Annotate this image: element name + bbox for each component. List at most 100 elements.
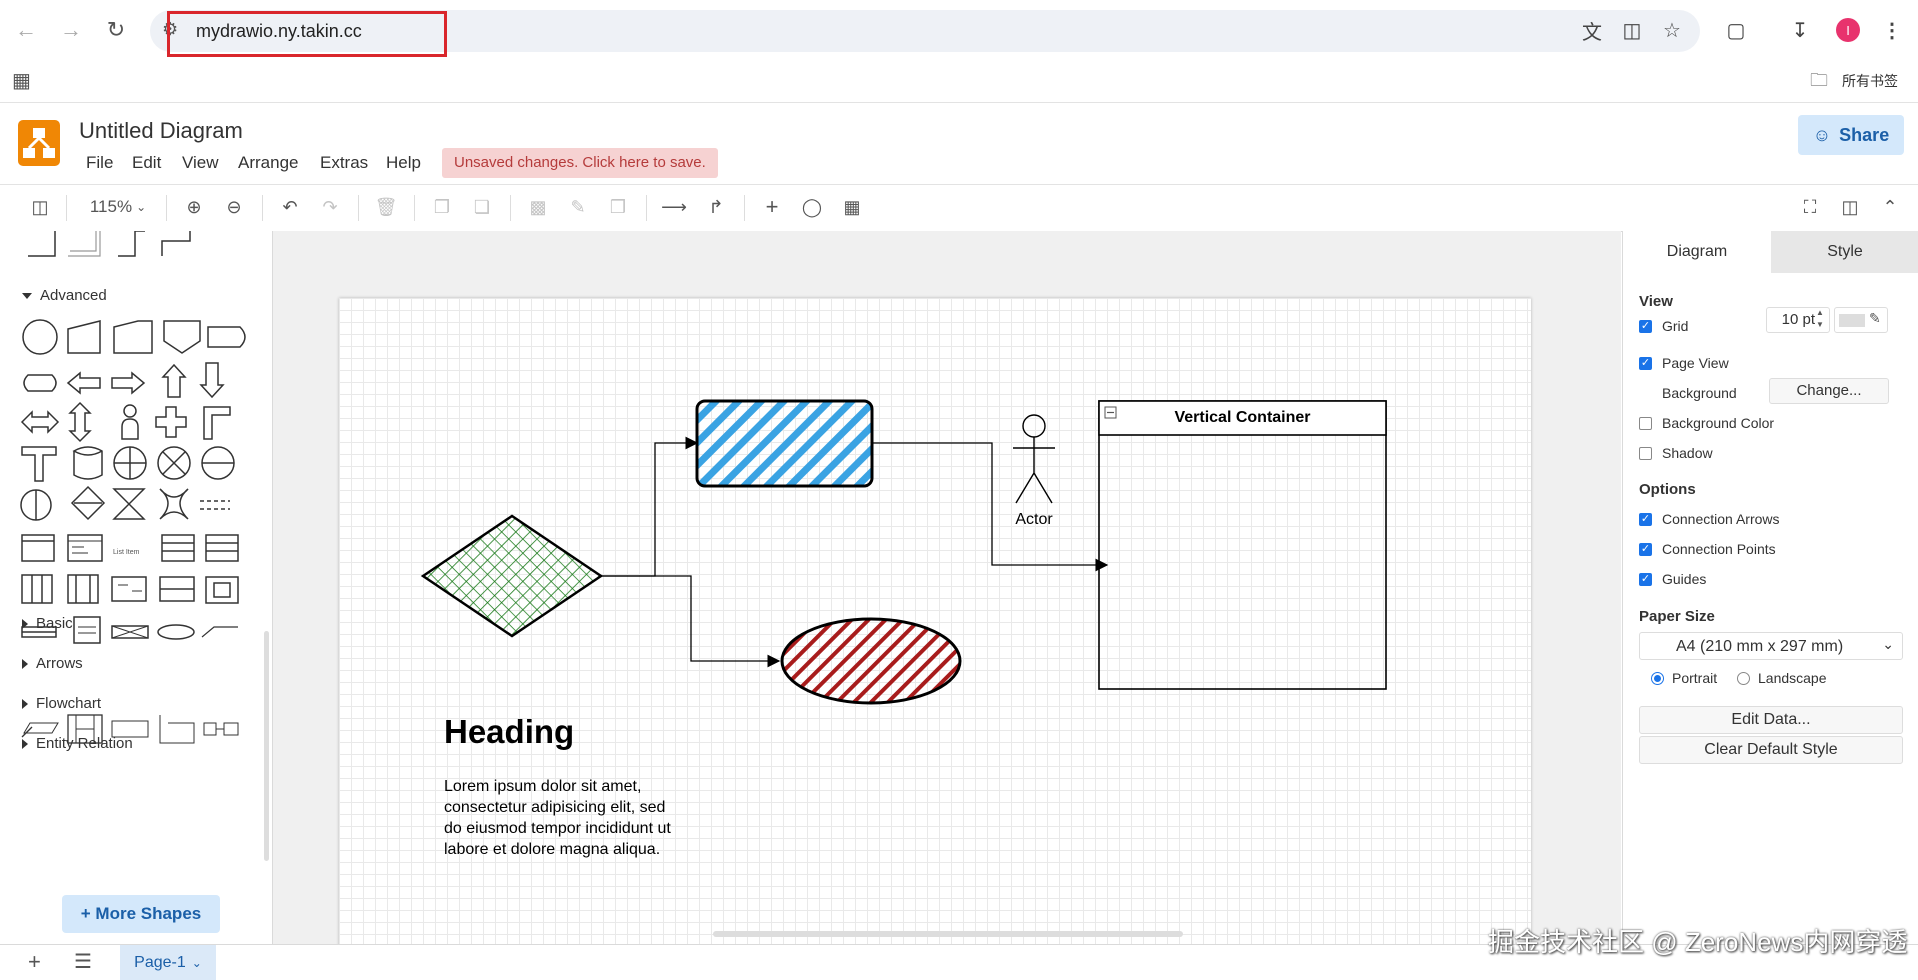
to-front-icon[interactable]: ❐ — [428, 193, 456, 221]
pencil-icon: ✎ — [1869, 310, 1881, 326]
portrait-radio[interactable]: Portrait — [1651, 670, 1717, 686]
fill-color-icon[interactable]: ▩ — [524, 193, 552, 221]
canvas-area[interactable]: Actor Vertical Container Heading Lorem i… — [273, 231, 1621, 944]
more-shapes-button[interactable]: + More Shapes — [62, 895, 220, 933]
change-background-button[interactable]: Change... — [1769, 378, 1889, 404]
section-entity-relation[interactable]: Entity Relation — [22, 735, 133, 752]
shape-arrow-up — [161, 363, 187, 398]
diagram-title[interactable]: Untitled Diagram — [79, 118, 243, 144]
blue-hatched-rect — [695, 399, 874, 488]
zoom-select[interactable]: 115% ⌄ — [84, 193, 152, 221]
section-basic[interactable]: Basic — [22, 615, 73, 632]
add-page-icon[interactable]: + — [28, 949, 41, 975]
section-flowchart-label: Flowchart — [36, 695, 102, 712]
connection-icon[interactable]: ⟶ — [660, 193, 688, 221]
toolbar-divider — [646, 195, 647, 221]
avatar[interactable]: I — [1834, 16, 1862, 44]
page-tab[interactable]: Page-1 ⌄ — [120, 945, 216, 980]
share-button[interactable]: ☺ Share — [1798, 115, 1904, 155]
page-view-label: Page View — [1662, 355, 1729, 371]
menu-help[interactable]: Help — [386, 153, 421, 173]
bookmarks-bar: ▦ 🗀 所有书签 — [0, 62, 1918, 100]
toolbar-divider — [414, 195, 415, 221]
paragraph-line: labore et dolore magna aliqua. — [444, 841, 661, 858]
section-advanced[interactable]: Advanced — [22, 287, 107, 304]
section-basic-label: Basic — [36, 615, 73, 632]
page-view-checkbox[interactable]: ✓ Page View — [1639, 355, 1729, 371]
zoom-out-icon[interactable]: ⊖ — [220, 193, 248, 221]
diagram-page[interactable]: Actor Vertical Container Heading Lorem i… — [339, 298, 1531, 944]
all-bookmarks-link[interactable]: 所有书签 — [1842, 71, 1898, 91]
sidebar-scrollbar[interactable] — [264, 631, 269, 861]
menu-edit[interactable]: Edit — [132, 153, 161, 173]
section-flowchart[interactable]: Flowchart — [22, 695, 101, 712]
folder-icon[interactable]: 🗀 — [1810, 68, 1828, 98]
shadow-checkbox[interactable]: Shadow — [1639, 445, 1713, 461]
menu-extras[interactable]: Extras — [320, 153, 368, 173]
line-color-icon[interactable]: ✎ — [564, 193, 592, 221]
section-arrows[interactable]: Arrows — [22, 655, 83, 672]
grid-size-stepper[interactable]: ▲ ▼ — [1816, 307, 1824, 331]
advanced-shapes-grid[interactable]: List Item — [18, 315, 248, 665]
landscape-radio[interactable]: Landscape — [1737, 670, 1827, 686]
format-toggle-icon[interactable]: ◫ — [28, 193, 52, 221]
shape-arrow-down — [199, 362, 225, 399]
menu-arrange[interactable]: Arrange — [238, 153, 298, 173]
clear-default-style-button[interactable]: Clear Default Style — [1639, 736, 1903, 764]
share-label: Share — [1839, 124, 1890, 145]
edit-data-button[interactable]: Edit Data... — [1639, 706, 1903, 734]
checkbox-checked-icon: ✓ — [1639, 572, 1652, 586]
canvas-scrollbar[interactable] — [713, 931, 1183, 937]
back-icon[interactable]: ← — [10, 14, 42, 46]
guides-checkbox[interactable]: ✓ Guides — [1639, 571, 1706, 587]
zoom-in-icon[interactable]: ⊕ — [180, 193, 208, 221]
translate-icon[interactable]: 文 — [1578, 16, 1606, 44]
text-heading[interactable]: Heading — [444, 713, 574, 751]
apps-grid-icon[interactable]: ▦ — [12, 68, 31, 93]
chevron-down-icon: ⌄ — [1882, 636, 1894, 652]
redo-icon[interactable]: ↷ — [316, 193, 344, 221]
downloads-icon[interactable]: ↧ — [1786, 16, 1814, 44]
waypoints-icon[interactable]: ↱ — [702, 193, 730, 221]
install-app-icon[interactable]: ◫ — [1618, 16, 1646, 44]
chrome-menu-icon[interactable]: ⋮ — [1878, 16, 1906, 44]
grid-size-value: 10 pt — [1781, 311, 1815, 328]
tab-style[interactable]: Style — [1771, 231, 1918, 273]
undo-icon[interactable]: ↶ — [276, 193, 304, 221]
reload-icon[interactable]: ↻ — [100, 14, 132, 46]
background-color-checkbox[interactable]: Background Color — [1639, 415, 1774, 431]
toolbar-divider — [166, 195, 167, 221]
format-panel-icon[interactable]: ◫ — [1836, 193, 1864, 221]
options-heading: Options — [1639, 481, 1696, 498]
shapes-icon[interactable]: ◯ — [798, 193, 826, 221]
grid-color-button[interactable]: ✎ — [1834, 307, 1888, 333]
pages-menu-icon[interactable]: ☰ — [74, 949, 92, 974]
radio-selected-icon — [1651, 671, 1664, 685]
tab-diagram[interactable]: Diagram — [1623, 231, 1771, 273]
grid-checkbox[interactable]: ✓ Grid — [1639, 318, 1688, 334]
profile-initial: I — [1836, 18, 1860, 42]
shadow-icon[interactable]: ❒ — [604, 193, 632, 221]
bookmark-star-icon[interactable]: ☆ — [1658, 16, 1686, 44]
table-icon[interactable]: ▦ — [838, 193, 866, 221]
chevron-up-icon[interactable]: ⌃ — [1876, 193, 1904, 221]
insert-icon[interactable]: + — [758, 193, 786, 221]
section-advanced-label: Advanced — [40, 287, 107, 304]
forward-icon[interactable]: → — [55, 14, 87, 46]
format-panel: Diagram Style View ✓ Grid 10 pt ▲ ▼ ✎ ✓ P… — [1622, 231, 1918, 944]
vertical-container — [1098, 400, 1387, 690]
menu-file[interactable]: File — [86, 153, 113, 173]
delete-icon[interactable]: 🗑 — [372, 193, 400, 221]
fullscreen-icon[interactable]: ⛶ — [1796, 193, 1824, 221]
paper-size-select[interactable]: A4 (210 mm x 297 mm) ⌄ — [1639, 632, 1903, 660]
unsaved-changes-notice[interactable]: Unsaved changes. Click here to save. — [442, 148, 718, 178]
menu-view[interactable]: View — [182, 153, 219, 173]
connection-points-checkbox[interactable]: ✓ Connection Points — [1639, 541, 1776, 557]
actor-figure — [1013, 414, 1055, 504]
edge-rect-to-container — [872, 442, 1109, 572]
shapes-sidebar: Advanced List Item Basic Arrows Flowchar… — [0, 231, 273, 944]
connection-arrows-checkbox[interactable]: ✓ Connection Arrows — [1639, 511, 1780, 527]
extensions-icon[interactable]: ▢ — [1722, 16, 1750, 44]
to-back-icon[interactable]: ❏ — [468, 193, 496, 221]
text-paragraph[interactable]: Lorem ipsum dolor sit amet, consectetur … — [444, 776, 671, 860]
